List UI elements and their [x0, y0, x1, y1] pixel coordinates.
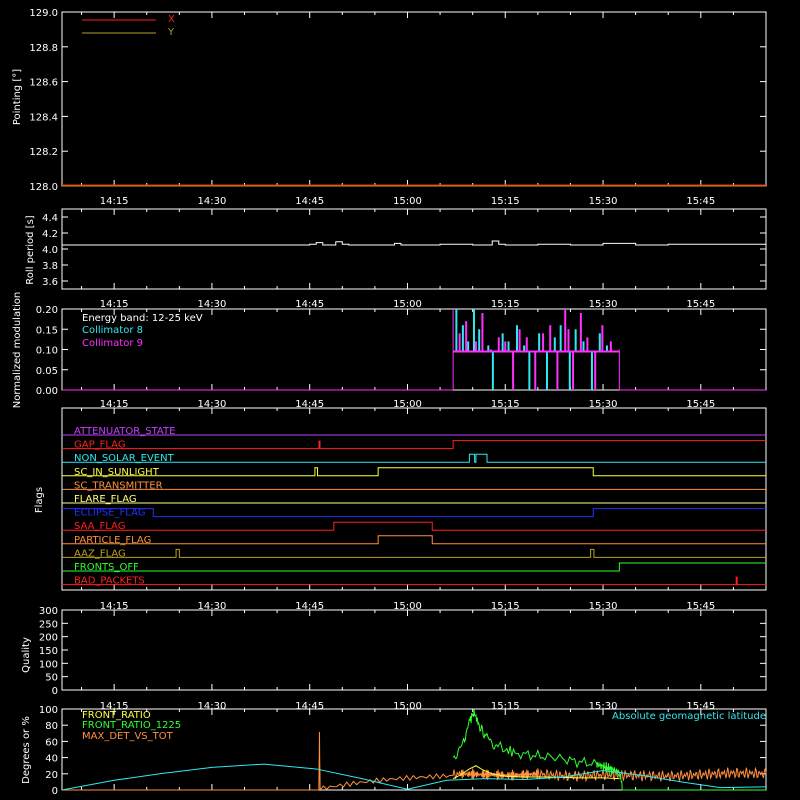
roll-period-x-tick-label: 15:15: [491, 299, 520, 310]
pointing-x-tick-label: 15:15: [491, 196, 520, 207]
pointing-x-tick-label: 14:30: [198, 196, 227, 207]
roll-period-y-tick-label: 4.4: [42, 213, 58, 224]
legend-label-collimator-8: Collimator 8: [82, 325, 143, 336]
modulation-y-axis-label: Normalized modulation: [12, 292, 23, 409]
quality-y-tick-label: 150: [39, 646, 58, 657]
flags-y-axis-label: Flags: [34, 487, 45, 513]
legend-label-x: X: [168, 14, 175, 25]
roll-period-x-tick-label: 14:45: [295, 299, 324, 310]
ratios-y-axis-label: Degrees or %: [21, 716, 32, 784]
modulation-y-tick-label: 0.05: [36, 366, 58, 377]
rhessi-quicklook-figure: Pointing [°] X Y 14:15 14:30 14:45 15:00 15:…: [0, 0, 800, 800]
energy-band-annotation: Energy band: 12-25 keV: [82, 313, 203, 324]
pointing-x-tick-label: 14:45: [295, 196, 324, 207]
legend-label-y: Y: [167, 27, 175, 38]
pointing-x-tick-label: 15:00: [393, 196, 422, 207]
roll-period-y-tick-label: 4.0: [42, 245, 58, 256]
quality-y-tick-label: 250: [39, 619, 58, 630]
flag-label-eclipse-flag: ECLIPSE_FLAG: [74, 508, 145, 519]
roll-period-x-tick-label: 15:00: [393, 299, 422, 310]
ratios-y-tick-label: 60: [45, 737, 58, 748]
quality-y-axis-label: Quality: [21, 637, 32, 673]
ratios-y-tick-label: 80: [45, 721, 58, 732]
legend-label-front-ratio-1225: FRONT_RATIO_1225: [82, 720, 181, 731]
pointing-x-tick-label: 15:45: [686, 196, 715, 207]
roll-period-x-tick-label: 15:45: [686, 299, 715, 310]
pointing-y-tick-label: 129.0: [29, 8, 58, 19]
quality-y-tick-label: 0: [52, 686, 58, 697]
ratios-y-tick-label: 0: [52, 786, 58, 797]
pointing-y-axis-label: Pointing [°]: [12, 69, 23, 125]
ratios-y-tick-label: 20: [45, 770, 58, 781]
pointing-x-tick-label: 14:15: [100, 196, 129, 207]
legend-label-collimator-9: Collimator 9: [82, 338, 143, 349]
pointing-y-tick-label: 128.0: [29, 182, 58, 193]
roll-period-y-tick-label: 3.6: [42, 277, 58, 288]
roll-period-y-tick-label: 3.8: [42, 261, 58, 272]
pointing-y-tick-label: 128.2: [29, 147, 58, 158]
pointing-x-tick-label: 15:30: [589, 196, 618, 207]
legend-label-max-det-vs-tot: MAX_DET_VS_TOT: [82, 731, 174, 742]
geomagnetic-latitude-annotation: Absolute geomagnetic latitude: [612, 711, 766, 722]
quality-y-tick-label: 300: [39, 606, 58, 617]
quality-y-tick-label: 50: [45, 673, 58, 684]
modulation-y-tick-label: 0.10: [36, 346, 58, 357]
roll-period-x-tick-label: 14:15: [100, 299, 129, 310]
modulation-y-tick-label: 0.15: [36, 325, 58, 336]
quality-y-tick-label: 100: [39, 659, 58, 670]
pointing-y-tick-label: 128.4: [29, 112, 58, 123]
modulation-y-tick-label: 0.00: [36, 386, 58, 397]
ratios-y-tick-label: 40: [45, 754, 58, 765]
modulation-y-tick-label: 0.20: [36, 305, 58, 316]
roll-period-y-axis-label: Roll period [s]: [25, 215, 36, 284]
pointing-y-tick-label: 128.8: [29, 43, 58, 54]
roll-period-y-tick-label: 4.2: [42, 229, 58, 240]
roll-period-x-tick-label: 14:30: [198, 299, 227, 310]
ratios-y-tick-label: 100: [39, 705, 58, 716]
quality-y-tick-label: 200: [39, 633, 58, 644]
pointing-y-tick-label: 128.6: [29, 78, 58, 89]
roll-period-x-tick-label: 15:30: [589, 299, 618, 310]
